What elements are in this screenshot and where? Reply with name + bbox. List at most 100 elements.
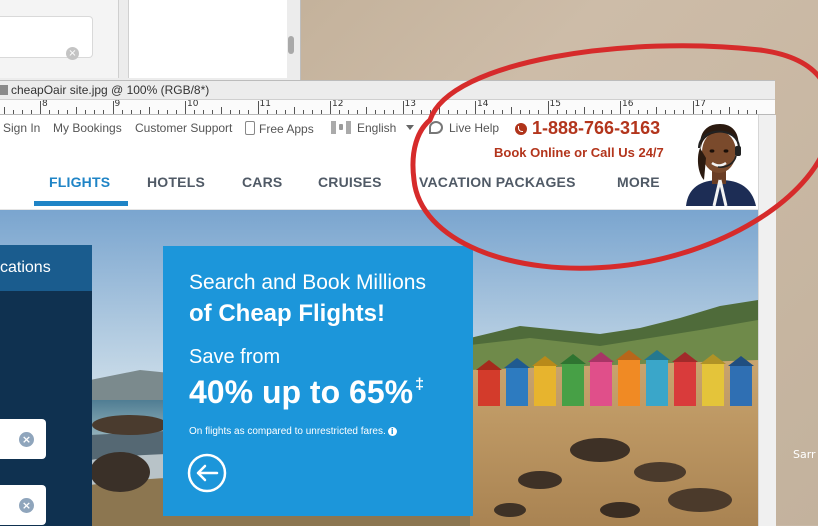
ruler-major-tick (112, 101, 114, 114)
ruler-minor-tick (601, 110, 603, 114)
ruler-minor-tick (175, 110, 177, 114)
ruler-minor-tick (438, 107, 440, 114)
ruler-number: 15 (549, 100, 561, 109)
nav-item-cars[interactable]: CARS (242, 174, 282, 190)
background-window[interactable]: × (0, 0, 301, 80)
clear-icon[interactable]: × (19, 498, 34, 513)
ruler-minor-tick (203, 110, 205, 114)
ruler-minor-tick (447, 110, 449, 114)
search-panel: cations × × (0, 245, 92, 526)
search-input[interactable]: × (0, 485, 46, 525)
info-icon[interactable]: i (387, 427, 397, 436)
clear-icon[interactable]: × (66, 47, 79, 60)
nav-item-hotels[interactable]: HOTELS (147, 174, 205, 190)
ruler-minor-tick (76, 107, 78, 114)
ruler-number: 13 (404, 100, 416, 109)
sign-in-link[interactable]: Sign In (3, 121, 40, 135)
clear-icon[interactable]: × (19, 432, 34, 447)
nav-item-cruises[interactable]: CRUISES (318, 174, 382, 190)
ruler-minor-tick (284, 110, 286, 114)
my-bookings-link[interactable]: My Bookings (53, 121, 122, 135)
nav-item-flights[interactable]: FLIGHTS (49, 174, 110, 190)
ruler-minor-tick (266, 110, 268, 114)
nav-item-vacation-packages[interactable]: VACATION PACKAGES (419, 174, 576, 190)
ruler-minor-tick (157, 110, 159, 114)
ruler-major-tick (620, 101, 621, 114)
ruler-minor-tick (656, 107, 658, 114)
active-tab-indicator (34, 201, 128, 206)
ruler-number: 9 (114, 100, 121, 109)
ruler-minor-tick (384, 110, 386, 114)
desktop-item-label: Sarr (793, 448, 816, 461)
promo-savings-value: 40% up to 65% ‡ (189, 374, 424, 411)
ruler-major-tick (40, 101, 41, 114)
tab-vacations[interactable]: cations (0, 245, 92, 291)
search-input[interactable]: × (0, 419, 46, 459)
language-label: English (357, 121, 397, 135)
ruler-minor-tick (366, 107, 368, 114)
ruler-minor-tick (710, 110, 712, 114)
ruler-minor-tick (148, 107, 150, 114)
phone-number-text: 1-888-766-3163 (532, 118, 661, 138)
background-input-field[interactable]: × (0, 16, 93, 60)
promo-footnote-mark: ‡ (415, 376, 424, 393)
document-title-bar[interactable]: cheapOair site.jpg @ 100% (RGB/8*) (0, 81, 775, 100)
arrow-left-icon[interactable] (187, 453, 227, 493)
ruler-minor-tick (3, 107, 5, 114)
ruler-minor-tick (393, 110, 395, 114)
live-help-label: Live Help (449, 121, 500, 135)
promo-disclaimer: On flights as compared to unrestricted f… (189, 426, 397, 437)
background-pane (128, 0, 287, 78)
promo-savings-label: Save from (189, 346, 281, 368)
ruler-number: 17 (694, 100, 706, 109)
ruler-major-tick (692, 101, 694, 114)
promo-banner[interactable]: Search and Book Millions of Cheap Flight… (163, 246, 473, 516)
vertical-scrollbar[interactable] (758, 115, 776, 526)
ruler-minor-tick (746, 110, 748, 114)
promo-savings-text: 40% up to 65% (189, 374, 414, 410)
ruler-minor-tick (592, 110, 594, 114)
phone-number[interactable]: 1-888-766-3163 (515, 118, 660, 139)
ruler-major-tick (547, 101, 549, 114)
ruler-number: 10 (187, 100, 199, 109)
promo-headline: Search and Book Millions (189, 271, 426, 294)
free-apps-link[interactable]: Free Apps (245, 121, 314, 136)
ruler-major-tick (330, 101, 331, 114)
ruler-minor-tick (194, 110, 196, 114)
ruler-minor-tick (638, 110, 640, 114)
ruler-minor-tick (302, 110, 304, 114)
ruler-major-tick (402, 101, 404, 114)
ruler-minor-tick (49, 110, 51, 114)
customer-support-link[interactable]: Customer Support (135, 121, 232, 135)
document-window[interactable]: cheapOair site.jpg @ 100% (RGB/8*) 8 9 10 1… (0, 80, 776, 526)
ruler-minor-tick (556, 110, 558, 114)
background-scrollbar[interactable] (288, 36, 294, 54)
ruler-minor-tick (502, 110, 504, 114)
image-canvas[interactable]: Sign In My Bookings Customer Support Fre… (0, 115, 758, 526)
live-help-link[interactable]: Live Help (429, 121, 499, 135)
nav-item-more[interactable]: MORE (617, 174, 660, 190)
ruler-number: 16 (622, 100, 634, 109)
ruler-minor-tick (683, 110, 685, 114)
ruler-minor-tick (538, 110, 540, 114)
ruler-minor-tick (320, 110, 322, 114)
ruler-minor-tick (520, 110, 522, 114)
ruler-minor-tick (701, 110, 703, 114)
document-title: cheapOair site.jpg @ 100% (RGB/8*) (11, 83, 210, 97)
ruler-minor-tick (728, 107, 730, 114)
promo-headline-bold: of Cheap Flights! (189, 300, 385, 327)
ruler-minor-tick (275, 110, 277, 114)
ruler-number: 14 (477, 100, 489, 109)
ruler-number: 8 (42, 100, 48, 109)
ruler-minor-tick (429, 110, 431, 114)
horizontal-ruler[interactable]: 8 9 10 11 12 13 14 15 16 17 (0, 100, 775, 115)
ruler-minor-tick (212, 110, 214, 114)
free-apps-label: Free Apps (259, 122, 314, 136)
language-selector[interactable]: English (331, 121, 415, 135)
ruler-minor-tick (21, 110, 23, 114)
ruler-minor-tick (529, 110, 531, 114)
ruler-minor-tick (493, 110, 495, 114)
ruler-minor-tick (610, 110, 612, 114)
ruler-minor-tick (221, 107, 223, 114)
ruler-minor-tick (12, 110, 14, 114)
